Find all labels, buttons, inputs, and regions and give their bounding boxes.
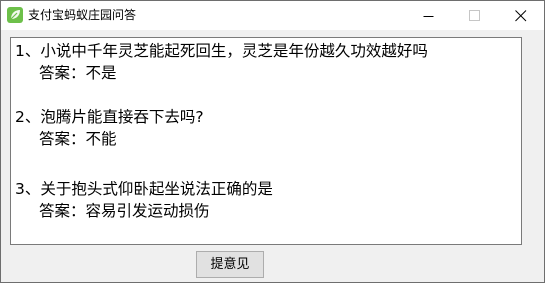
qa-item: 3、关于抱头式仰卧起坐说法正确的是 答案：容易引发运动损伤: [15, 178, 273, 222]
answer-text: 答案：不能: [39, 130, 117, 148]
feedback-button[interactable]: 提意见: [196, 251, 264, 278]
close-icon: [515, 10, 527, 22]
app-window: 支付宝蚂蚁庄园问答 1、小说中千年灵芝能起死回生，灵芝是年份越久功效越好吗 答案…: [0, 0, 545, 283]
title-bar[interactable]: 支付宝蚂蚁庄园问答: [1, 1, 544, 30]
qa-item: 1、小说中千年灵芝能起死回生，灵芝是年份越久功效越好吗 答案：不是: [15, 40, 428, 84]
window-title: 支付宝蚂蚁庄园问答: [28, 8, 137, 22]
question-text: 3、关于抱头式仰卧起坐说法正确的是: [15, 180, 273, 198]
question-text: 1、小说中千年灵芝能起死回生，灵芝是年份越久功效越好吗: [15, 42, 428, 60]
answer-text: 答案：不是: [39, 64, 117, 82]
maximize-button: [452, 1, 498, 30]
answer-text: 答案：容易引发运动损伤: [39, 202, 210, 220]
minimize-button[interactable]: [406, 1, 452, 30]
maximize-icon: [469, 10, 480, 21]
minimize-icon: [423, 16, 434, 17]
question-text: 2、泡腾片能直接吞下去吗?: [15, 108, 204, 126]
qa-text-area[interactable]: 1、小说中千年灵芝能起死回生，灵芝是年份越久功效越好吗 答案：不是 2、泡腾片能…: [10, 37, 522, 245]
qa-item: 2、泡腾片能直接吞下去吗? 答案：不能: [15, 106, 204, 150]
close-button[interactable]: [498, 1, 544, 30]
app-leaf-icon: [7, 7, 23, 23]
